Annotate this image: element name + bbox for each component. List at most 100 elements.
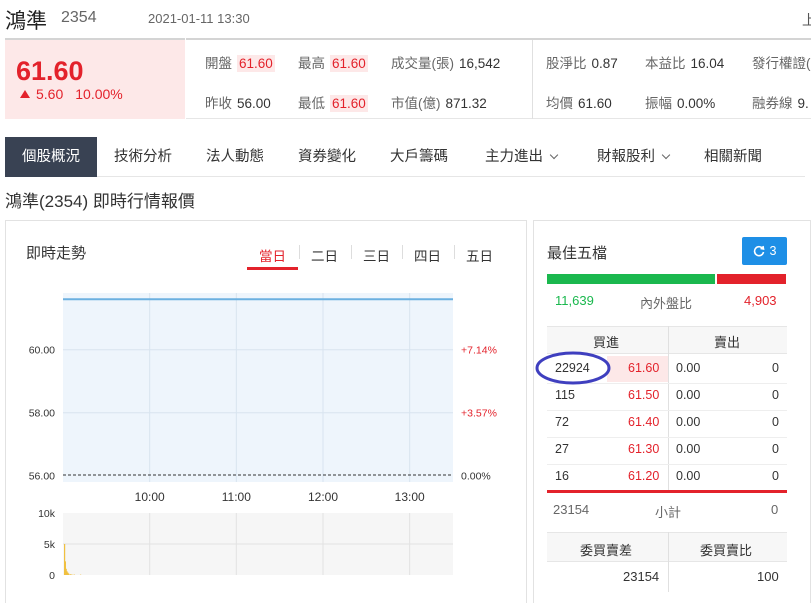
orderbook-divider xyxy=(668,326,669,492)
stat-pb: 股淨比 0.87 xyxy=(546,56,618,71)
stats-panel xyxy=(186,38,811,119)
stat-margin: 融券線 9. xyxy=(752,96,809,111)
chevron-down-icon xyxy=(549,150,559,160)
highlight-ellipse xyxy=(535,351,611,385)
refresh-button[interactable]: 3 xyxy=(742,237,787,265)
tab-divider xyxy=(402,245,403,259)
stock-code: 2354 xyxy=(61,9,97,26)
refresh-count: 3 xyxy=(769,244,777,258)
nav-tabs: 個股概況 技術分析 法人動態 資券變化 大戶籌碼 主力進出 財報股利 相關新聞 xyxy=(5,137,805,177)
diff-value: 23154 xyxy=(623,569,660,584)
range-tab-3d[interactable]: 三日 xyxy=(363,245,390,265)
y-tick-label: 56.00 xyxy=(29,471,55,483)
active-tab-underline xyxy=(247,267,298,270)
stock-name: 鴻準 xyxy=(5,10,47,33)
tab-institutional[interactable]: 法人動態 xyxy=(189,137,281,177)
bid-price: 61.50 xyxy=(628,388,660,402)
bid-price: 61.40 xyxy=(628,415,660,429)
tab-divider xyxy=(351,245,352,259)
stat-avg: 均價 61.60 xyxy=(546,96,612,111)
tab-technical[interactable]: 技術分析 xyxy=(97,137,189,177)
stat-open: 開盤 61.60 xyxy=(205,55,275,72)
stat-low: 最低 61.60 xyxy=(298,95,368,112)
ask-price: 0.00 xyxy=(676,415,701,429)
stats-divider xyxy=(532,40,533,119)
bid-price: 61.20 xyxy=(628,469,660,483)
chevron-down-icon xyxy=(661,150,671,160)
tab-news[interactable]: 相關新聞 xyxy=(689,137,777,177)
volume-tick-label: 0 xyxy=(49,570,55,582)
plot-area xyxy=(63,293,453,482)
stat-amplitude: 振幅 0.00% xyxy=(645,96,716,111)
bid-price: 61.30 xyxy=(628,442,660,456)
x-tick-label: 10:00 xyxy=(135,490,165,504)
volume-tick-label: 10k xyxy=(38,508,56,520)
stat-warrant: 發行權證( xyxy=(752,56,811,71)
ask-volume: 0 xyxy=(772,469,779,483)
outer-volume: 4,903 xyxy=(744,293,777,308)
range-tab-2d[interactable]: 二日 xyxy=(311,245,338,265)
ask-price: 0.00 xyxy=(676,469,701,483)
orderbook-header xyxy=(547,326,787,354)
row-divider xyxy=(547,410,787,411)
summary-divider xyxy=(668,532,669,592)
inner-volume-bar xyxy=(547,274,715,284)
trend-title: 即時走勢 xyxy=(26,245,87,262)
price-change: 5.60 10.00% xyxy=(20,86,123,102)
y-tick-label: 60.00 xyxy=(29,345,55,357)
x-tick-label: 12:00 xyxy=(308,490,338,504)
bid-volume: 115 xyxy=(555,388,575,402)
subtotal-label: 小計 xyxy=(655,505,682,520)
ask-volume: 0 xyxy=(772,361,779,375)
ask-price: 0.00 xyxy=(676,388,701,402)
change-percent: 10.00% xyxy=(75,86,123,102)
price-chart: 60.00 58.00 56.00 +7.14% +3.57% 0.00% 10:00 1… xyxy=(29,293,497,582)
subtotal-ask: 0 xyxy=(771,502,779,517)
volume-bar xyxy=(71,574,73,575)
quote-datetime: 2021-01-11 13:30 xyxy=(148,11,250,26)
volume-bar xyxy=(69,574,71,575)
x-tick-label: 11:00 xyxy=(222,490,251,504)
range-tab-1d[interactable]: 當日 xyxy=(259,245,286,265)
x-tick-label: 13:00 xyxy=(395,490,425,504)
row-divider xyxy=(547,437,787,438)
bid-price: 61.60 xyxy=(628,361,660,375)
ask-volume: 0 xyxy=(772,388,779,402)
orderbook-title: 最佳五檔 xyxy=(547,245,608,262)
bid-volume: 16 xyxy=(555,469,569,483)
percent-tick-label: +3.57% xyxy=(461,408,497,420)
tab-divider xyxy=(299,245,300,259)
ratio-label: 內外盤比 xyxy=(640,296,693,311)
header-corner-text: 上 xyxy=(802,12,811,28)
volume-bar xyxy=(68,573,70,575)
percent-tick-label: +7.14% xyxy=(461,345,497,357)
range-tab-4d[interactable]: 四日 xyxy=(414,245,441,265)
range-tab-5d[interactable]: 五日 xyxy=(466,245,493,265)
row-divider xyxy=(547,464,787,465)
tab-overview[interactable]: 個股概況 xyxy=(5,137,97,177)
buy-header: 買進 xyxy=(593,335,620,350)
inner-volume: 11,639 xyxy=(555,293,594,308)
subtotal-bid: 23154 xyxy=(553,502,590,517)
outer-volume-bar xyxy=(717,274,786,284)
tab-major-players[interactable]: 主力進出 xyxy=(465,137,577,177)
stat-pe: 本益比 16.04 xyxy=(645,56,725,71)
ask-price: 0.00 xyxy=(676,442,701,456)
tab-holders[interactable]: 大戶籌碼 xyxy=(373,137,465,177)
stat-volume: 成交量(張) 16,542 xyxy=(391,56,501,71)
ask-price: 0.00 xyxy=(676,361,701,375)
tab-margin[interactable]: 資券變化 xyxy=(281,137,373,177)
refresh-icon xyxy=(753,245,764,257)
current-price: 61.60 xyxy=(16,56,84,86)
stat-mktcap: 市值(億) 871.32 xyxy=(391,96,487,111)
percent-tick-label: 0.00% xyxy=(461,471,491,483)
ask-volume: 0 xyxy=(772,415,779,429)
y-tick-label: 58.00 xyxy=(29,408,55,420)
tab-financials[interactable]: 財報股利 xyxy=(577,137,689,177)
section-title: 鴻準(2354) 即時行情報價 xyxy=(5,192,195,211)
sell-header: 賣出 xyxy=(714,335,741,350)
change-value: 5.60 xyxy=(36,86,64,102)
ask-volume: 0 xyxy=(772,442,779,456)
bid-volume: 27 xyxy=(555,442,569,456)
ratio-value: 100 xyxy=(757,569,779,584)
